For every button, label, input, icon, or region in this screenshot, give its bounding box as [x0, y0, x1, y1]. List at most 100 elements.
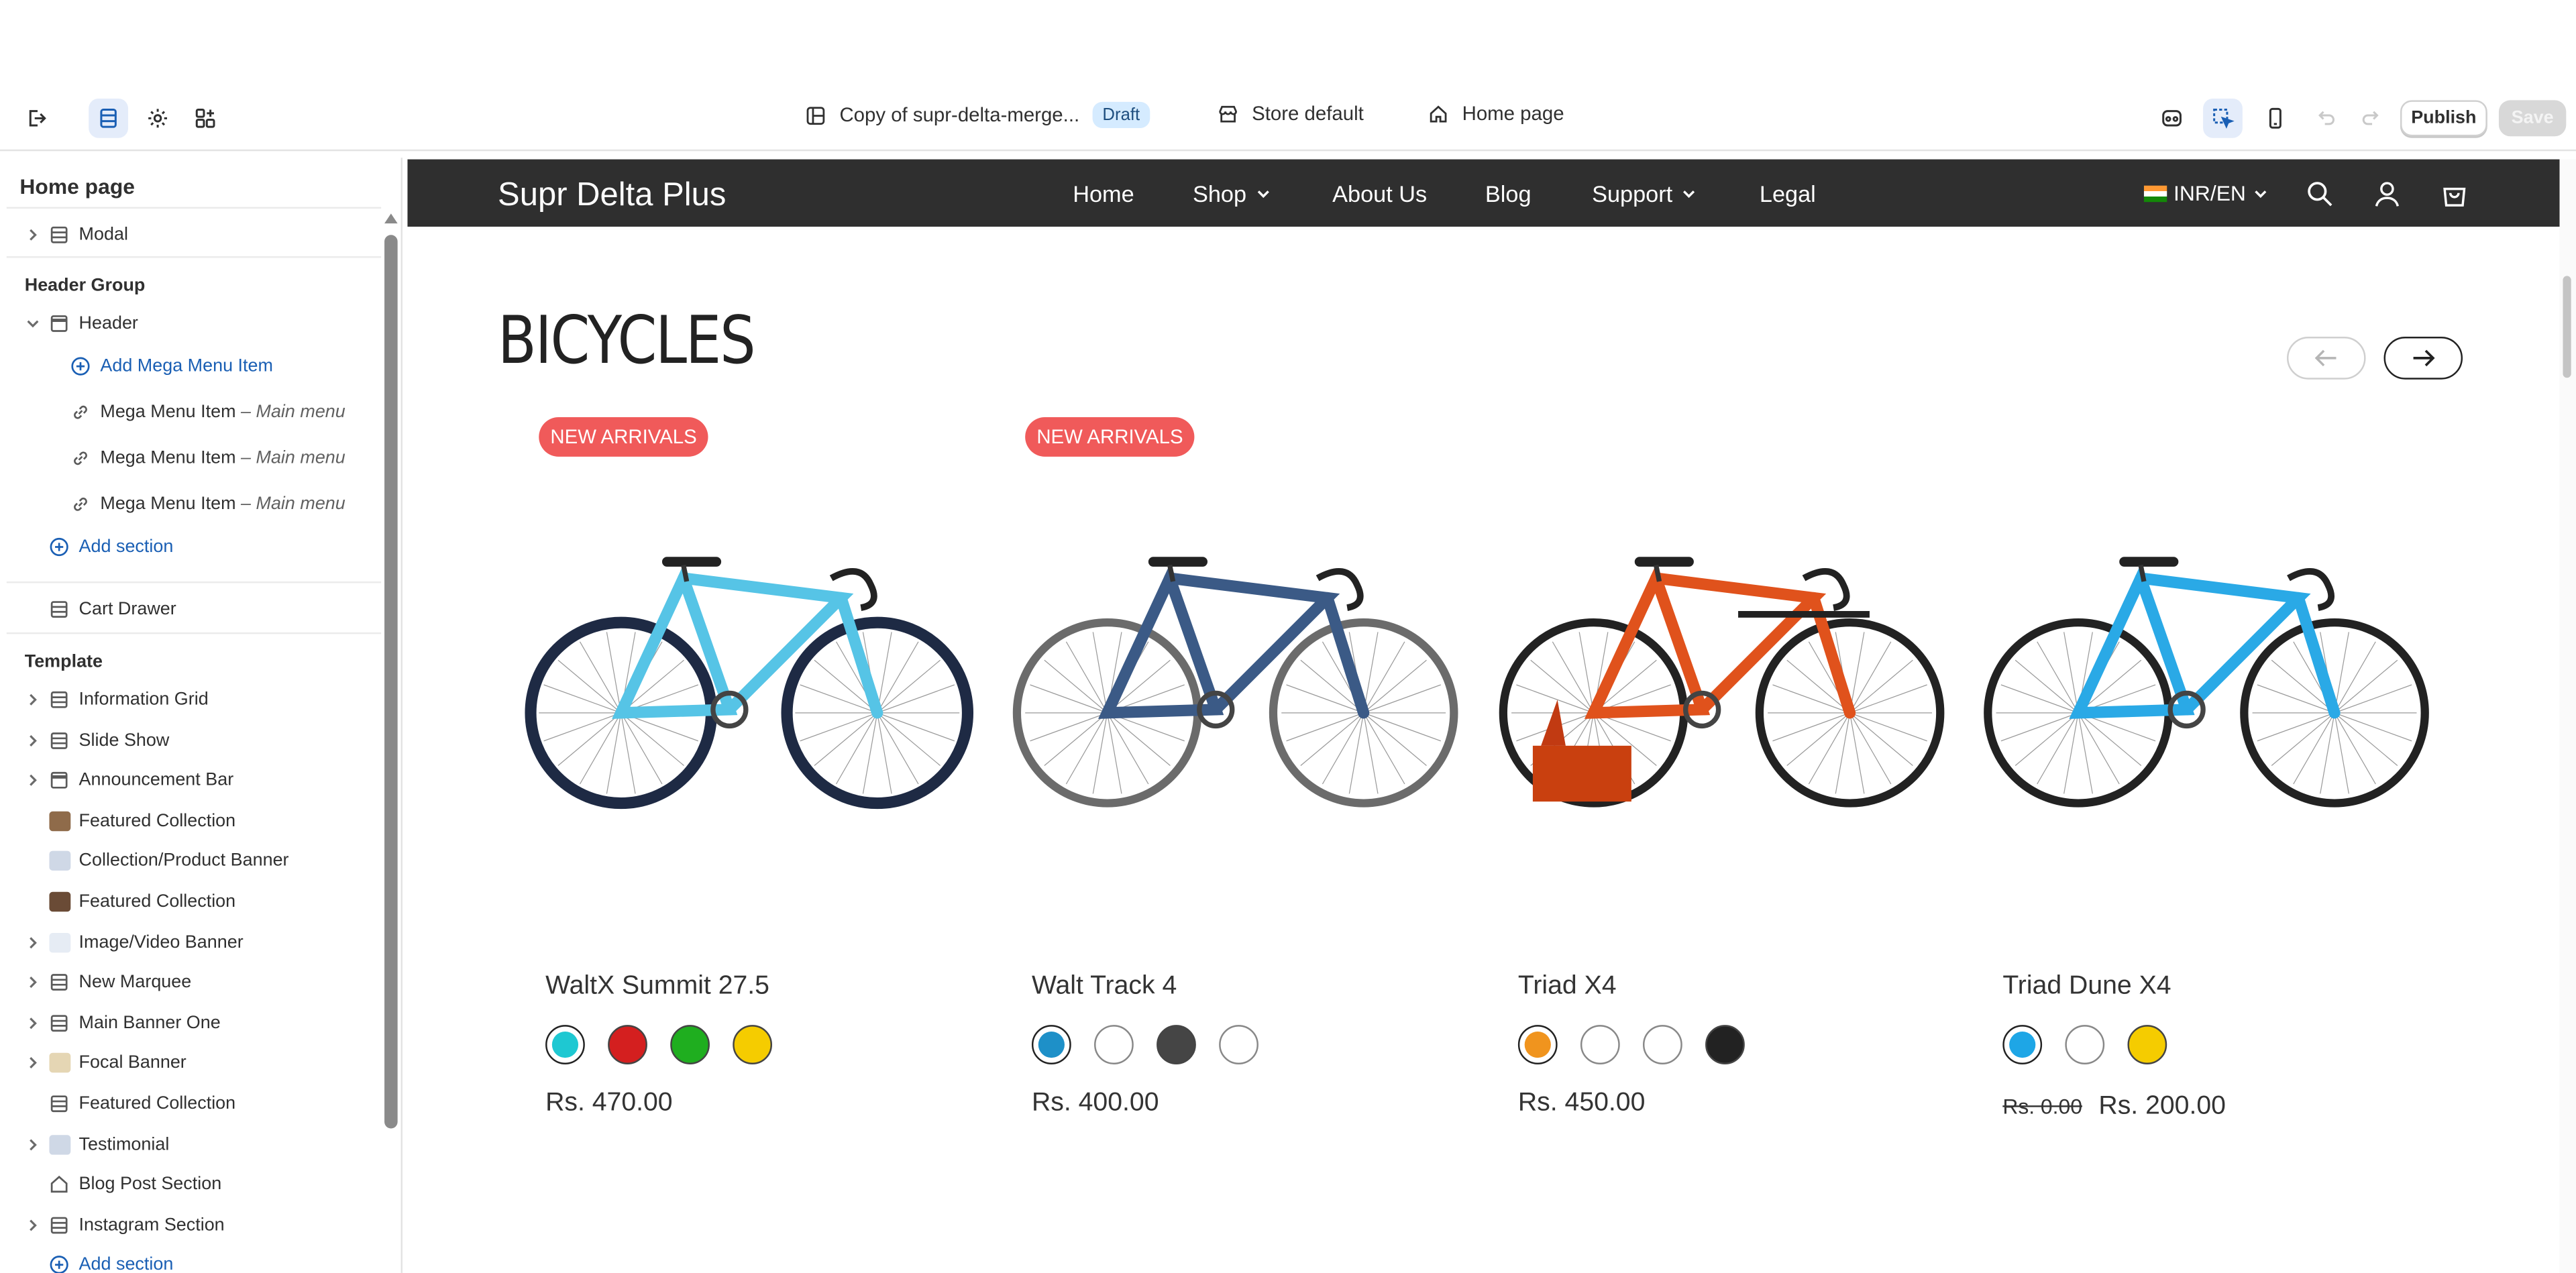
product-title[interactable]: Triad X4 [1518, 973, 1617, 1002]
nav-about-us[interactable]: About Us [1332, 180, 1427, 207]
nav-label: About Us [1332, 180, 1428, 207]
undo-icon[interactable] [2306, 99, 2346, 138]
nav-label: Blog [1485, 180, 1532, 207]
add-section-button[interactable]: Add section [0, 529, 381, 565]
sidebar-item-cart-drawer[interactable]: Cart Drawer [0, 592, 381, 628]
product-card-triad-dune-x4[interactable]: Triad Dune X4 Rs. 0.00 Rs. 200.00 [1976, 417, 2436, 1140]
theme-name: Copy of supr-delta-merge... [839, 103, 1080, 127]
publish-button[interactable]: Publish [2400, 100, 2487, 137]
color-swatch[interactable] [733, 1025, 773, 1064]
color-swatch[interactable] [2002, 1025, 2043, 1064]
chevron-down-icon[interactable] [25, 315, 41, 331]
color-swatch[interactable] [1580, 1025, 1620, 1064]
redo-icon[interactable] [2351, 99, 2391, 138]
chevron-right-icon[interactable] [25, 691, 41, 708]
product-price-row: Rs. 450.00 [1518, 1089, 1646, 1119]
section-thumbnail-icon [49, 1134, 71, 1154]
bicycle-image [1984, 557, 2429, 808]
color-swatch[interactable] [1157, 1025, 1196, 1064]
search-icon[interactable] [2305, 179, 2334, 209]
sidebar-item-collection-product-banner[interactable]: Collection/Product Banner [0, 843, 381, 879]
nav-support[interactable]: Support [1592, 180, 1697, 207]
color-swatch[interactable] [1031, 1025, 1071, 1064]
product-card-walt-track-4[interactable]: NEW ARRIVALS Walt Track 4 Rs. 400.00 [1006, 417, 1466, 1140]
sidebar-item-header[interactable]: Header [0, 306, 381, 342]
home-icon [50, 1176, 68, 1193]
cart-icon[interactable] [2440, 179, 2469, 209]
color-swatch[interactable] [670, 1025, 710, 1064]
color-swatch[interactable] [608, 1025, 647, 1064]
locale-selector[interactable]: INR/EN [2143, 180, 2269, 205]
sidebar-item-announcement-bar[interactable]: Announcement Bar [0, 763, 381, 799]
sidebar-title: Home page [19, 174, 136, 199]
store-logo[interactable]: Supr Delta Plus [498, 177, 726, 215]
mega-menu-label: Mega Menu Item [100, 402, 236, 423]
chevron-right-icon[interactable] [25, 975, 41, 991]
sidebar-item-mega-menu[interactable]: Mega Menu Item – Main menu [0, 440, 381, 476]
mega-menu-suffix: – Main menu [241, 402, 345, 423]
apps-icon[interactable] [186, 99, 225, 138]
settings-gear-icon[interactable] [138, 99, 178, 138]
color-swatch[interactable] [2127, 1025, 2167, 1064]
chevron-right-icon[interactable] [25, 934, 41, 950]
product-title[interactable]: Triad Dune X4 [2002, 973, 2171, 1002]
scroll-up-arrow[interactable] [384, 213, 398, 224]
market-selector[interactable]: Store default [1218, 102, 1364, 125]
nav-home[interactable]: Home [1073, 180, 1134, 207]
sidebar-item-focal-banner[interactable]: Focal Banner [0, 1046, 381, 1082]
mobile-preview-icon[interactable] [2255, 99, 2295, 138]
sidebar-item-blog-post-section[interactable]: Blog Post Section [0, 1166, 381, 1203]
exit-icon[interactable] [16, 99, 56, 138]
chevron-right-icon[interactable] [25, 1136, 41, 1152]
color-swatch[interactable] [1219, 1025, 1258, 1064]
sidebar-item-mega-menu[interactable]: Mega Menu Item – Main menu [0, 486, 381, 522]
chevron-right-icon[interactable] [25, 1217, 41, 1233]
theme-selector[interactable]: Copy of supr-delta-merge... Draft [805, 101, 1150, 129]
template-selector[interactable]: Home page [1428, 102, 1564, 125]
product-title[interactable]: WaltX Summit 27.5 [545, 973, 769, 1002]
sidebar-scrollbar[interactable] [384, 235, 398, 1129]
nav-shop[interactable]: Shop [1193, 180, 1271, 207]
product-card-triad-x4[interactable]: Triad X4 Rs. 450.00 [1492, 417, 1952, 1140]
color-swatch[interactable] [1517, 1025, 1558, 1064]
add-mega-menu-item-button[interactable]: Add Mega Menu Item [0, 348, 381, 384]
account-icon[interactable] [2372, 179, 2402, 209]
chevron-right-icon[interactable] [25, 227, 41, 243]
sidebar-item-label: Featured Collection [78, 811, 236, 831]
sidebar-item-instagram-section[interactable]: Instagram Section [0, 1207, 381, 1243]
preview-scrollbar[interactable] [2563, 276, 2571, 378]
carousel-next-button[interactable] [2383, 337, 2463, 380]
header-icon [50, 315, 68, 332]
sidebar-item-slide-show[interactable]: Slide Show [0, 722, 381, 759]
color-swatch[interactable] [1094, 1025, 1134, 1064]
color-swatch[interactable] [545, 1025, 585, 1064]
color-swatch[interactable] [1705, 1025, 1745, 1064]
chevron-right-icon[interactable] [25, 1015, 41, 1031]
carousel-prev-button[interactable] [2287, 337, 2366, 380]
sidebar-item-information-grid[interactable]: Information Grid [0, 681, 381, 718]
chevron-right-icon[interactable] [25, 772, 41, 788]
chevron-right-icon[interactable] [25, 732, 41, 748]
sidebar-item-new-marquee[interactable]: New Marquee [0, 964, 381, 1001]
sidebar-item-featured-collection[interactable]: Featured Collection [0, 884, 381, 920]
sections-icon[interactable] [89, 98, 129, 138]
sidebar-item-featured-collection[interactable]: Featured Collection [0, 1086, 381, 1122]
nav-blog[interactable]: Blog [1485, 180, 1532, 207]
chevron-right-icon[interactable] [25, 1055, 41, 1071]
select-element-icon[interactable] [2203, 98, 2243, 138]
nav-label: Legal [1759, 180, 1816, 207]
product-card-waltx-summit-27-5[interactable]: NEW ARRIVALS WaltX Summit 27.5 Rs. 470.00 [519, 417, 979, 1140]
inspector-icon[interactable] [2152, 99, 2192, 138]
sidebar-item-modal[interactable]: Modal [0, 217, 381, 253]
sidebar-item-mega-menu[interactable]: Mega Menu Item – Main menu [0, 394, 381, 431]
product-title[interactable]: Walt Track 4 [1032, 973, 1177, 1002]
sidebar-item-image-video-banner[interactable]: Image/Video Banner [0, 924, 381, 960]
nav-legal[interactable]: Legal [1760, 180, 1816, 207]
save-button[interactable]: Save [2498, 100, 2567, 137]
sidebar-item-featured-collection[interactable]: Featured Collection [0, 803, 381, 839]
add-section-button[interactable]: Add section [0, 1247, 381, 1273]
color-swatch[interactable] [2065, 1025, 2105, 1064]
color-swatch[interactable] [1643, 1025, 1682, 1064]
sidebar-item-testimonial[interactable]: Testimonial [0, 1126, 381, 1162]
sidebar-item-main-banner-one[interactable]: Main Banner One [0, 1005, 381, 1041]
